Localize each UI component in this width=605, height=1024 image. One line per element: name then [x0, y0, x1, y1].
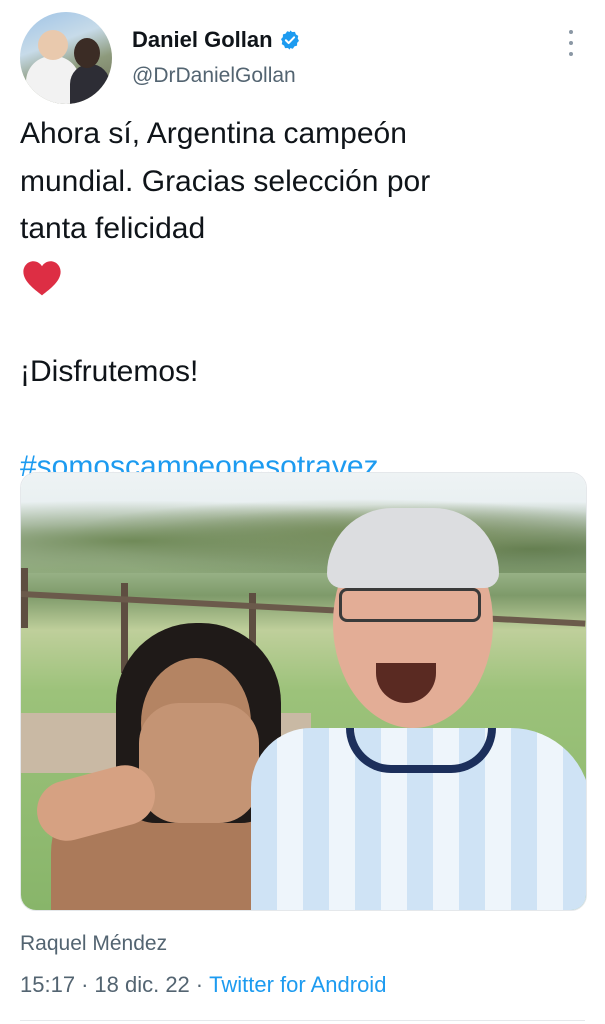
tweet-blank-line	[20, 300, 585, 348]
name-row: Daniel Gollan	[132, 27, 301, 53]
argentina-flag-icon	[215, 215, 255, 245]
more-options-icon[interactable]	[565, 30, 577, 56]
tweet-photo[interactable]	[20, 472, 587, 911]
meta-separator: ·	[195, 972, 204, 997]
tweet-line: tanta felicidad	[20, 205, 585, 253]
tweet-source-link[interactable]: Twitter for Android	[209, 972, 386, 998]
author-name[interactable]: Daniel Gollan	[132, 27, 273, 53]
tweet-time[interactable]: 15:17	[20, 972, 75, 998]
red-heart-icon	[23, 260, 61, 295]
tweet-line: Ahora sí, Argentina campeón	[20, 117, 407, 150]
photo-tag[interactable]: Raquel Méndez	[20, 932, 167, 956]
tweet-date[interactable]: 18 dic. 22	[94, 972, 189, 998]
tweet-blank-line	[20, 395, 585, 443]
meta-separator: ·	[81, 972, 89, 997]
divider	[20, 1020, 585, 1021]
tweet-line: ¡Disfrutemos!	[20, 354, 199, 388]
tweet-line: mundial. Gracias selección por	[20, 158, 585, 206]
verified-badge-icon	[280, 30, 299, 50]
author-handle[interactable]: @DrDanielGollan	[132, 64, 296, 88]
avatar[interactable]	[20, 12, 112, 104]
tweet-line-text: tanta felicidad	[20, 212, 206, 245]
tweet-header: Daniel Gollan @DrDanielGollan	[20, 12, 585, 104]
tweet-line-text: mundial. Gracias selección por	[20, 164, 431, 198]
tweet-text: Ahora sí, Argentina campeón mundial. Gra…	[20, 110, 585, 490]
tweet-metadata: 15:17 · 18 dic. 22 · Twitter for Android	[20, 972, 386, 998]
